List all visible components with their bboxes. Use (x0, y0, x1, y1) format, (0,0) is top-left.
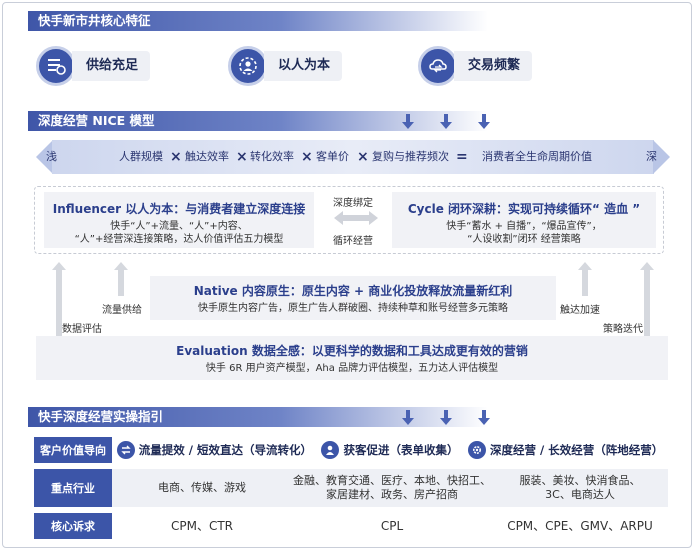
cell-line: 电商、传媒、游戏 (158, 481, 246, 494)
table-row: 核心诉求 CPM、CTR CPL CPM、CPE、GMV、ARPU (34, 513, 668, 539)
feature-people: 以人为本 (228, 46, 343, 86)
value-pill: 获客促进（表单收集） (321, 441, 458, 459)
strategy-iter-label: 策略迭代 (603, 324, 643, 335)
feature-trade: 交易频繁 (418, 46, 533, 86)
flow-supply-label: 流量供给 (102, 305, 142, 316)
data-eval-label: 数据评估 (62, 324, 102, 335)
row-header: 重点行业 (34, 469, 112, 507)
equals-operator: = (456, 149, 468, 165)
demand-cell: CPL (380, 519, 404, 533)
cell-line: 服装、美妆、快消食品、 (519, 474, 641, 487)
industry-cell: 电商、传媒、游戏 (112, 481, 292, 495)
evaluation-title: Evaluation 数据全感：以更科学的数据和工具达成更有效的营销 (176, 344, 528, 358)
native-panel: Native 内容原生：原生内容 + 商业化投放释放流量新红利 快手原生内容广告… (150, 276, 556, 320)
cycle-line: 快手“蓄水 + 自播”，“爆品宣传”， (446, 221, 602, 232)
section-title-core-features: 快手新市井核心特征 (28, 11, 488, 31)
row-header: 客户价值导向 (34, 437, 112, 463)
value-pill-text: 流量提效 / 短效直达（导流转化） (138, 443, 312, 457)
value-pill: 流量提效 / 短效直达（导流转化） (116, 441, 312, 459)
industry-cell: 服装、美妆、快消食品、 3C、电商达人 (492, 474, 668, 502)
arrow-up-icon (578, 262, 592, 296)
cell-line: 3C、电商达人 (545, 488, 615, 501)
value-pill-text: 获客促进（表单收集） (343, 443, 459, 457)
cycle-line: “人设收割”闭环 经营策略 (467, 234, 581, 245)
core-demand-cells: CPM、CTR CPL CPM、CPE、GMV、ARPU (112, 513, 668, 539)
feature-label: 供给充足 (72, 51, 151, 81)
down-arrows-group (402, 410, 490, 426)
arrow-down-icon (402, 410, 414, 426)
arrow-down-icon (478, 114, 490, 130)
user-icon (321, 441, 340, 459)
value-pill-text: 深度经营 / 长效经营（阵地经营） (490, 443, 664, 457)
demand-cell: CPM、CPE、GMV、ARPU (507, 519, 653, 533)
feature-label: 交易频繁 (454, 51, 533, 81)
arrow-up-icon (114, 262, 128, 296)
times-operator: × (236, 149, 248, 165)
arrow-down-icon (440, 410, 452, 426)
times-operator: × (301, 149, 313, 165)
evaluation-line: 快手 6R 用户资产模型，Aha 品牌力评估模型，五力达人评估模型 (205, 363, 499, 374)
deep-label: 深 (646, 150, 657, 163)
arrow-down-icon (440, 114, 452, 130)
feature-supply: 供给充足 (36, 46, 151, 86)
gear-icon (468, 441, 486, 459)
influencer-panel: Influencer 以人为本：与消费者建立深度连接 快手“人”+流量、“人”+… (44, 192, 314, 248)
shallow-label: 浅 (46, 150, 57, 163)
person-gear-icon (228, 46, 268, 86)
influencer-line: “人”+经营深连接策略，达人价值评估五力模型 (74, 234, 284, 245)
value-pill: 深度经营 / 长效经营（阵地经营） (468, 441, 663, 459)
row-header: 核心诉求 (34, 513, 112, 539)
cycle-panel: Cycle 闭环深耕：实现可持续循环“ 造血 ” 快手“蓄水 + 自播”，“爆品… (392, 192, 656, 248)
nice-formula-bar: 浅 人群规模 × 触达效率 × 转化效率 × 客单价 × 复购与推荐频次 = 消… (36, 140, 670, 174)
arrow-down-icon (478, 410, 490, 426)
arrow-down-icon (402, 114, 414, 130)
list-tap-icon (36, 46, 76, 86)
industry-cells: 电商、传媒、游戏 金融、教育交通、医疗、本地、快招工、 家居建材、政务、房产招商… (112, 469, 668, 507)
evaluation-panel: Evaluation 数据全感：以更科学的数据和工具达成更有效的营销 快手 6R… (36, 336, 668, 380)
influencer-title: Influencer 以人为本：与消费者建立深度连接 (52, 202, 306, 216)
down-arrows-group (402, 114, 490, 130)
deep-bind-label: 深度绑定 (333, 198, 373, 209)
exchange-icon (116, 441, 135, 459)
industry-cell: 金融、教育交通、医疗、本地、快招工、 家居建材、政务、房产招商 (292, 474, 492, 502)
reach-speed-label: 触达加速 (560, 305, 600, 316)
cell-line: 金融、教育交通、医疗、本地、快招工、 (293, 474, 491, 487)
value-orientation-cells: 流量提效 / 短效直达（导流转化） 获客促进（表单收集） 深度经营 / 长效经营… (112, 437, 668, 463)
formula-term: 客单价 (316, 150, 349, 163)
table-row: 客户价值导向 流量提效 / 短效直达（导流转化） 获客促进（表单收集） 深度经营… (34, 437, 668, 463)
influencer-line: 快手“人”+流量、“人”+内容、 (110, 221, 248, 232)
times-operator: × (357, 149, 369, 165)
formula-term: 人群规模 (119, 150, 163, 163)
feature-label: 以人为本 (264, 51, 343, 81)
double-arrow-icon (334, 211, 378, 225)
native-line: 快手原生内容广告，原生广告人群破圈、持续种草和账号经营多元策略 (198, 303, 508, 314)
formula-term: 触达效率 (185, 150, 229, 163)
cycle-title: Cycle 闭环深耕：实现可持续循环“ 造血 ” (407, 202, 641, 216)
formula-result: 消费者全生命周期价值 (482, 150, 592, 163)
times-operator: × (170, 149, 182, 165)
formula-term: 转化效率 (250, 150, 294, 163)
table-row: 重点行业 电商、传媒、游戏 金融、教育交通、医疗、本地、快招工、 家居建材、政务… (34, 469, 668, 507)
cycle-ops-label: 循环经营 (333, 236, 373, 247)
cloud-exchange-icon (418, 46, 458, 86)
demand-cell: CPM、CTR (170, 519, 234, 533)
cell-line: 家居建材、政务、房产招商 (326, 488, 458, 501)
formula-term: 复购与推荐频次 (372, 150, 449, 163)
native-title: Native 内容原生：原生内容 + 商业化投放释放流量新红利 (193, 284, 513, 298)
